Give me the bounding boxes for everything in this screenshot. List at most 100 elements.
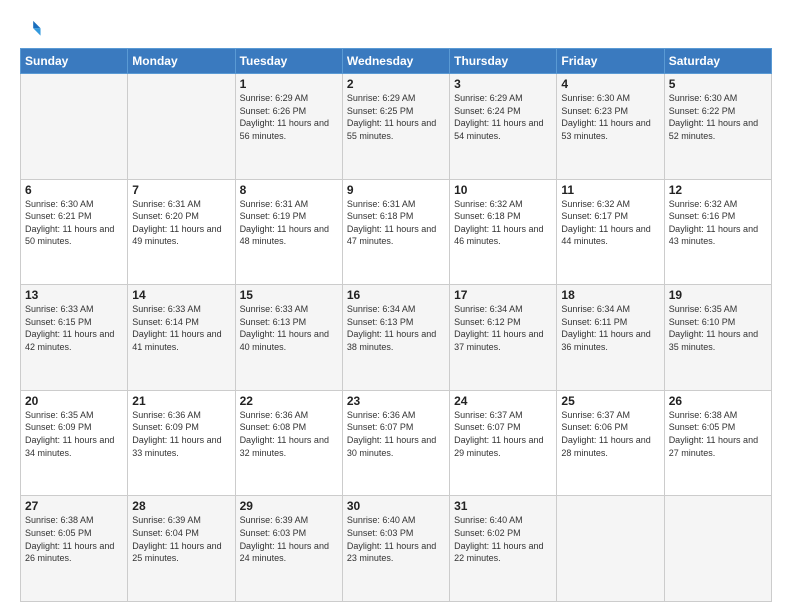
weekday-header-tuesday: Tuesday xyxy=(235,49,342,74)
weekday-header-sunday: Sunday xyxy=(21,49,128,74)
calendar-header: SundayMondayTuesdayWednesdayThursdayFrid… xyxy=(21,49,772,74)
calendar-cell: 6Sunrise: 6:30 AM Sunset: 6:21 PM Daylig… xyxy=(21,179,128,285)
calendar-week-4: 27Sunrise: 6:38 AM Sunset: 6:05 PM Dayli… xyxy=(21,496,772,602)
calendar-cell: 14Sunrise: 6:33 AM Sunset: 6:14 PM Dayli… xyxy=(128,285,235,391)
calendar-cell: 16Sunrise: 6:34 AM Sunset: 6:13 PM Dayli… xyxy=(342,285,449,391)
calendar-cell: 12Sunrise: 6:32 AM Sunset: 6:16 PM Dayli… xyxy=(664,179,771,285)
day-number: 16 xyxy=(347,288,445,302)
day-info: Sunrise: 6:30 AM Sunset: 6:22 PM Dayligh… xyxy=(669,92,767,142)
weekday-header-monday: Monday xyxy=(128,49,235,74)
day-info: Sunrise: 6:30 AM Sunset: 6:23 PM Dayligh… xyxy=(561,92,659,142)
day-number: 2 xyxy=(347,77,445,91)
day-number: 9 xyxy=(347,183,445,197)
calendar-cell: 10Sunrise: 6:32 AM Sunset: 6:18 PM Dayli… xyxy=(450,179,557,285)
calendar-cell: 9Sunrise: 6:31 AM Sunset: 6:18 PM Daylig… xyxy=(342,179,449,285)
day-number: 19 xyxy=(669,288,767,302)
calendar-cell xyxy=(557,496,664,602)
day-info: Sunrise: 6:34 AM Sunset: 6:12 PM Dayligh… xyxy=(454,303,552,353)
calendar-week-1: 6Sunrise: 6:30 AM Sunset: 6:21 PM Daylig… xyxy=(21,179,772,285)
calendar-week-2: 13Sunrise: 6:33 AM Sunset: 6:15 PM Dayli… xyxy=(21,285,772,391)
day-number: 22 xyxy=(240,394,338,408)
calendar-cell: 25Sunrise: 6:37 AM Sunset: 6:06 PM Dayli… xyxy=(557,390,664,496)
day-info: Sunrise: 6:34 AM Sunset: 6:13 PM Dayligh… xyxy=(347,303,445,353)
day-number: 11 xyxy=(561,183,659,197)
day-info: Sunrise: 6:32 AM Sunset: 6:18 PM Dayligh… xyxy=(454,198,552,248)
day-info: Sunrise: 6:40 AM Sunset: 6:03 PM Dayligh… xyxy=(347,514,445,564)
weekday-header-friday: Friday xyxy=(557,49,664,74)
calendar-cell: 2Sunrise: 6:29 AM Sunset: 6:25 PM Daylig… xyxy=(342,74,449,180)
day-info: Sunrise: 6:36 AM Sunset: 6:07 PM Dayligh… xyxy=(347,409,445,459)
calendar-cell: 18Sunrise: 6:34 AM Sunset: 6:11 PM Dayli… xyxy=(557,285,664,391)
calendar-cell: 21Sunrise: 6:36 AM Sunset: 6:09 PM Dayli… xyxy=(128,390,235,496)
day-info: Sunrise: 6:32 AM Sunset: 6:17 PM Dayligh… xyxy=(561,198,659,248)
calendar-cell: 8Sunrise: 6:31 AM Sunset: 6:19 PM Daylig… xyxy=(235,179,342,285)
calendar-cell: 29Sunrise: 6:39 AM Sunset: 6:03 PM Dayli… xyxy=(235,496,342,602)
calendar-cell: 23Sunrise: 6:36 AM Sunset: 6:07 PM Dayli… xyxy=(342,390,449,496)
weekday-header-saturday: Saturday xyxy=(664,49,771,74)
day-info: Sunrise: 6:37 AM Sunset: 6:07 PM Dayligh… xyxy=(454,409,552,459)
day-number: 10 xyxy=(454,183,552,197)
day-number: 30 xyxy=(347,499,445,513)
calendar-table: SundayMondayTuesdayWednesdayThursdayFrid… xyxy=(20,48,772,602)
day-info: Sunrise: 6:39 AM Sunset: 6:03 PM Dayligh… xyxy=(240,514,338,564)
calendar-cell: 22Sunrise: 6:36 AM Sunset: 6:08 PM Dayli… xyxy=(235,390,342,496)
logo-icon xyxy=(20,18,42,40)
day-number: 12 xyxy=(669,183,767,197)
day-info: Sunrise: 6:29 AM Sunset: 6:25 PM Dayligh… xyxy=(347,92,445,142)
day-info: Sunrise: 6:35 AM Sunset: 6:10 PM Dayligh… xyxy=(669,303,767,353)
calendar-week-3: 20Sunrise: 6:35 AM Sunset: 6:09 PM Dayli… xyxy=(21,390,772,496)
day-info: Sunrise: 6:33 AM Sunset: 6:13 PM Dayligh… xyxy=(240,303,338,353)
day-number: 25 xyxy=(561,394,659,408)
day-info: Sunrise: 6:34 AM Sunset: 6:11 PM Dayligh… xyxy=(561,303,659,353)
calendar-cell xyxy=(128,74,235,180)
day-info: Sunrise: 6:37 AM Sunset: 6:06 PM Dayligh… xyxy=(561,409,659,459)
day-number: 1 xyxy=(240,77,338,91)
calendar-cell: 31Sunrise: 6:40 AM Sunset: 6:02 PM Dayli… xyxy=(450,496,557,602)
day-info: Sunrise: 6:31 AM Sunset: 6:18 PM Dayligh… xyxy=(347,198,445,248)
day-number: 24 xyxy=(454,394,552,408)
calendar-cell xyxy=(664,496,771,602)
page: SundayMondayTuesdayWednesdayThursdayFrid… xyxy=(0,0,792,612)
calendar-cell: 13Sunrise: 6:33 AM Sunset: 6:15 PM Dayli… xyxy=(21,285,128,391)
day-number: 29 xyxy=(240,499,338,513)
weekday-row: SundayMondayTuesdayWednesdayThursdayFrid… xyxy=(21,49,772,74)
day-info: Sunrise: 6:32 AM Sunset: 6:16 PM Dayligh… xyxy=(669,198,767,248)
day-info: Sunrise: 6:39 AM Sunset: 6:04 PM Dayligh… xyxy=(132,514,230,564)
calendar-cell: 24Sunrise: 6:37 AM Sunset: 6:07 PM Dayli… xyxy=(450,390,557,496)
calendar-cell: 28Sunrise: 6:39 AM Sunset: 6:04 PM Dayli… xyxy=(128,496,235,602)
day-info: Sunrise: 6:36 AM Sunset: 6:09 PM Dayligh… xyxy=(132,409,230,459)
day-number: 27 xyxy=(25,499,123,513)
day-number: 23 xyxy=(347,394,445,408)
weekday-header-thursday: Thursday xyxy=(450,49,557,74)
day-info: Sunrise: 6:29 AM Sunset: 6:26 PM Dayligh… xyxy=(240,92,338,142)
calendar-cell: 17Sunrise: 6:34 AM Sunset: 6:12 PM Dayli… xyxy=(450,285,557,391)
day-number: 18 xyxy=(561,288,659,302)
calendar-cell: 3Sunrise: 6:29 AM Sunset: 6:24 PM Daylig… xyxy=(450,74,557,180)
day-number: 31 xyxy=(454,499,552,513)
calendar-cell: 5Sunrise: 6:30 AM Sunset: 6:22 PM Daylig… xyxy=(664,74,771,180)
calendar-cell: 11Sunrise: 6:32 AM Sunset: 6:17 PM Dayli… xyxy=(557,179,664,285)
day-info: Sunrise: 6:36 AM Sunset: 6:08 PM Dayligh… xyxy=(240,409,338,459)
calendar-cell: 27Sunrise: 6:38 AM Sunset: 6:05 PM Dayli… xyxy=(21,496,128,602)
day-info: Sunrise: 6:31 AM Sunset: 6:19 PM Dayligh… xyxy=(240,198,338,248)
calendar-cell: 15Sunrise: 6:33 AM Sunset: 6:13 PM Dayli… xyxy=(235,285,342,391)
day-info: Sunrise: 6:38 AM Sunset: 6:05 PM Dayligh… xyxy=(669,409,767,459)
logo xyxy=(20,18,46,40)
day-number: 17 xyxy=(454,288,552,302)
day-number: 15 xyxy=(240,288,338,302)
day-number: 6 xyxy=(25,183,123,197)
calendar-cell: 20Sunrise: 6:35 AM Sunset: 6:09 PM Dayli… xyxy=(21,390,128,496)
calendar-cell: 19Sunrise: 6:35 AM Sunset: 6:10 PM Dayli… xyxy=(664,285,771,391)
day-info: Sunrise: 6:31 AM Sunset: 6:20 PM Dayligh… xyxy=(132,198,230,248)
day-info: Sunrise: 6:35 AM Sunset: 6:09 PM Dayligh… xyxy=(25,409,123,459)
day-number: 20 xyxy=(25,394,123,408)
day-number: 13 xyxy=(25,288,123,302)
day-number: 3 xyxy=(454,77,552,91)
day-number: 26 xyxy=(669,394,767,408)
calendar-body: 1Sunrise: 6:29 AM Sunset: 6:26 PM Daylig… xyxy=(21,74,772,602)
day-number: 7 xyxy=(132,183,230,197)
calendar-cell: 7Sunrise: 6:31 AM Sunset: 6:20 PM Daylig… xyxy=(128,179,235,285)
header xyxy=(20,18,772,40)
day-number: 5 xyxy=(669,77,767,91)
day-number: 8 xyxy=(240,183,338,197)
